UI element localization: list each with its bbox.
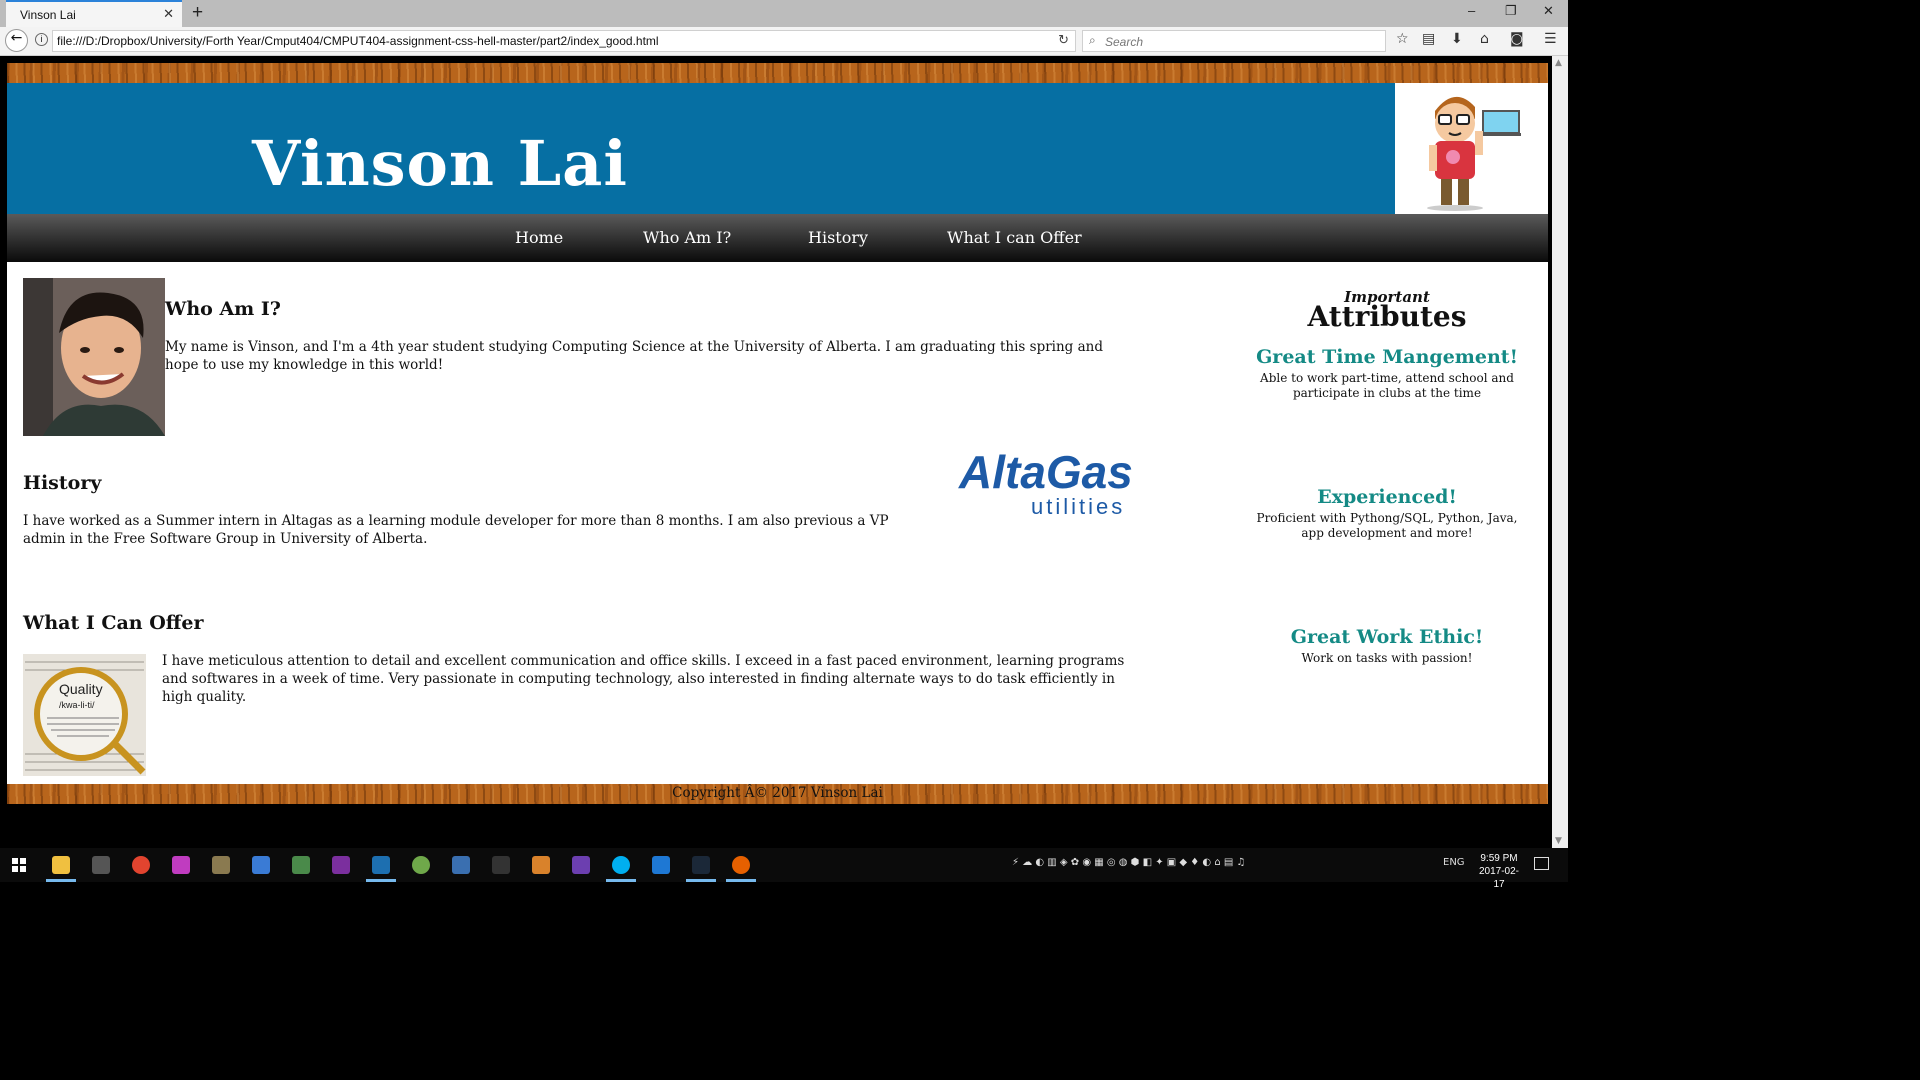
chrome-icon[interactable] — [132, 856, 150, 874]
browser-toolbar: ← i file:///D:/Dropbox/University/Forth … — [0, 27, 1568, 56]
svg-text:AltaGas: AltaGas — [958, 450, 1133, 498]
browser-tab-bar: Vinson Lai ✕ + – ❐ ✕ — [0, 0, 1568, 27]
main-content: Who Am I? My name is Vinson, and I'm a 4… — [7, 262, 1548, 784]
address-bar[interactable]: file:///D:/Dropbox/University/Forth Year… — [52, 30, 1076, 52]
attribute-desc: Work on tasks with passion! — [1301, 651, 1473, 665]
app-icon[interactable] — [172, 856, 190, 874]
onenote-icon[interactable] — [332, 856, 350, 874]
history-heading: History — [23, 472, 102, 494]
language-indicator[interactable]: ENG — [1443, 857, 1465, 868]
main-nav: Home Who Am I? History What I can Offer — [7, 214, 1548, 262]
app-active-indicator — [366, 879, 396, 882]
tab-close-icon[interactable]: ✕ — [163, 6, 174, 22]
search-icon: ⌕ — [1089, 33, 1096, 47]
site-header: Vinson Lai — [7, 83, 1395, 214]
wood-border-top — [7, 63, 1548, 83]
scroll-up-icon[interactable]: ▲ — [1555, 58, 1562, 68]
profile-photo — [23, 278, 165, 436]
attribute-desc: Able to work part-time, attend school an… — [1260, 371, 1514, 400]
windows-start-icon[interactable] — [12, 858, 26, 872]
pocket-icon[interactable]: ◙ — [1510, 31, 1524, 47]
clock-time: 9:59 PM — [1480, 853, 1518, 864]
info-icon[interactable]: i — [35, 33, 48, 46]
home-icon[interactable]: ⌂ — [1480, 31, 1489, 47]
attribute-desc: Proficient with Pythong/SQL, Python, Jav… — [1256, 511, 1518, 540]
visual-studio-icon[interactable] — [572, 856, 590, 874]
quality-magnifier-image: Quality /kwa-li-ti/ — [23, 654, 146, 776]
site-title: Vinson Lai — [252, 127, 628, 200]
reading-list-icon[interactable]: ▤ — [1422, 31, 1435, 47]
app-icon[interactable] — [292, 856, 310, 874]
firefox-icon[interactable] — [732, 856, 750, 874]
explorer-active-indicator — [46, 879, 76, 882]
nav-home[interactable]: Home — [515, 228, 563, 247]
app-icon[interactable] — [92, 856, 110, 874]
cartoon-avatar — [1395, 83, 1548, 214]
url-text: file:///D:/Dropbox/University/Forth Year… — [57, 34, 659, 48]
android-studio-icon[interactable] — [412, 856, 430, 874]
tab-title: Vinson Lai — [20, 8, 76, 22]
app-icon[interactable] — [372, 856, 390, 874]
attribute-title: Experienced! — [1317, 486, 1457, 508]
reload-icon[interactable]: ↻ — [1058, 33, 1069, 48]
svg-text:utilities: utilities — [1031, 494, 1125, 519]
app-icon[interactable] — [532, 856, 550, 874]
new-tab-button[interactable]: + — [192, 2, 203, 24]
attribute-title: Great Time Mangement! — [1256, 346, 1518, 368]
nav-what-i-can-offer[interactable]: What I can Offer — [947, 228, 1082, 247]
scroll-down-icon[interactable]: ▼ — [1555, 836, 1562, 846]
bookmark-star-icon[interactable]: ☆ — [1396, 31, 1409, 47]
offer-text: I have meticulous attention to detail an… — [162, 653, 1125, 705]
file-explorer-icon[interactable] — [52, 856, 70, 874]
svg-text:/kwa-li-ti/: /kwa-li-ti/ — [59, 700, 95, 710]
offer-heading: What I Can Offer — [23, 612, 204, 634]
who-am-i-text: My name is Vinson, and I'm a 4th year st… — [165, 339, 1103, 373]
skype-active-indicator — [606, 879, 636, 882]
altagas-logo: AltaGas utilities — [958, 450, 1133, 519]
back-button[interactable]: ← — [5, 29, 28, 52]
aside-big-heading: Attributes — [1307, 300, 1467, 333]
windows-taskbar: ⚡ ☁ ◐ ▥ ◈ ✿ ◉ ▦ ◎ ◍ ⬢ ◧ ✦ ▣ ◆ ♦ ◐ ⌂ ▤ ♫ … — [0, 848, 1568, 890]
restore-button[interactable]: ❐ — [1505, 3, 1517, 19]
browser-tab[interactable]: Vinson Lai ✕ — [6, 0, 182, 27]
site-footer: Copyright Â© 2017 Vinson Lai — [7, 784, 1548, 804]
nav-history[interactable]: History — [808, 228, 868, 247]
who-am-i-heading: Who Am I? — [165, 298, 281, 320]
firefox-active-indicator — [726, 879, 756, 882]
menu-icon[interactable]: ☰ — [1544, 31, 1557, 47]
minimize-button[interactable]: – — [1468, 3, 1475, 18]
page-viewport: Vinson Lai Home Who Am I? History What I… — [0, 56, 1552, 848]
system-clock[interactable]: 9:59 PM 2017-02-17 — [1474, 852, 1524, 891]
app-icon[interactable] — [252, 856, 270, 874]
edge-icon[interactable] — [652, 856, 670, 874]
nav-who-am-i[interactable]: Who Am I? — [643, 228, 731, 247]
download-icon[interactable]: ⬇ — [1451, 31, 1463, 47]
search-input[interactable]: ⌕ Search — [1082, 30, 1386, 52]
notification-center-icon[interactable] — [1534, 857, 1549, 870]
skype-icon[interactable] — [612, 856, 630, 874]
search-placeholder: Search — [1105, 35, 1144, 49]
clock-date: 2017-02-17 — [1478, 866, 1520, 890]
svg-text:Quality: Quality — [59, 681, 103, 697]
terminal-icon[interactable] — [492, 856, 510, 874]
history-text: I have worked as a Summer intern in Alta… — [23, 513, 889, 547]
close-window-button[interactable]: ✕ — [1543, 3, 1554, 19]
tray-icons[interactable]: ⚡ ☁ ◐ ▥ ◈ ✿ ◉ ▦ ◎ ◍ ⬢ ◧ ✦ ▣ ◆ ♦ ◐ ⌂ ▤ ♫ — [1012, 857, 1245, 868]
page-scrollbar[interactable]: ▲ ▼ — [1552, 56, 1568, 848]
steam-active-indicator — [686, 879, 716, 882]
attribute-title: Great Work Ethic! — [1290, 626, 1484, 648]
virtualbox-icon[interactable] — [452, 856, 470, 874]
copyright-text: Copyright Â© 2017 Vinson Lai — [672, 785, 883, 801]
steam-icon[interactable] — [692, 856, 710, 874]
app-icon[interactable] — [212, 856, 230, 874]
